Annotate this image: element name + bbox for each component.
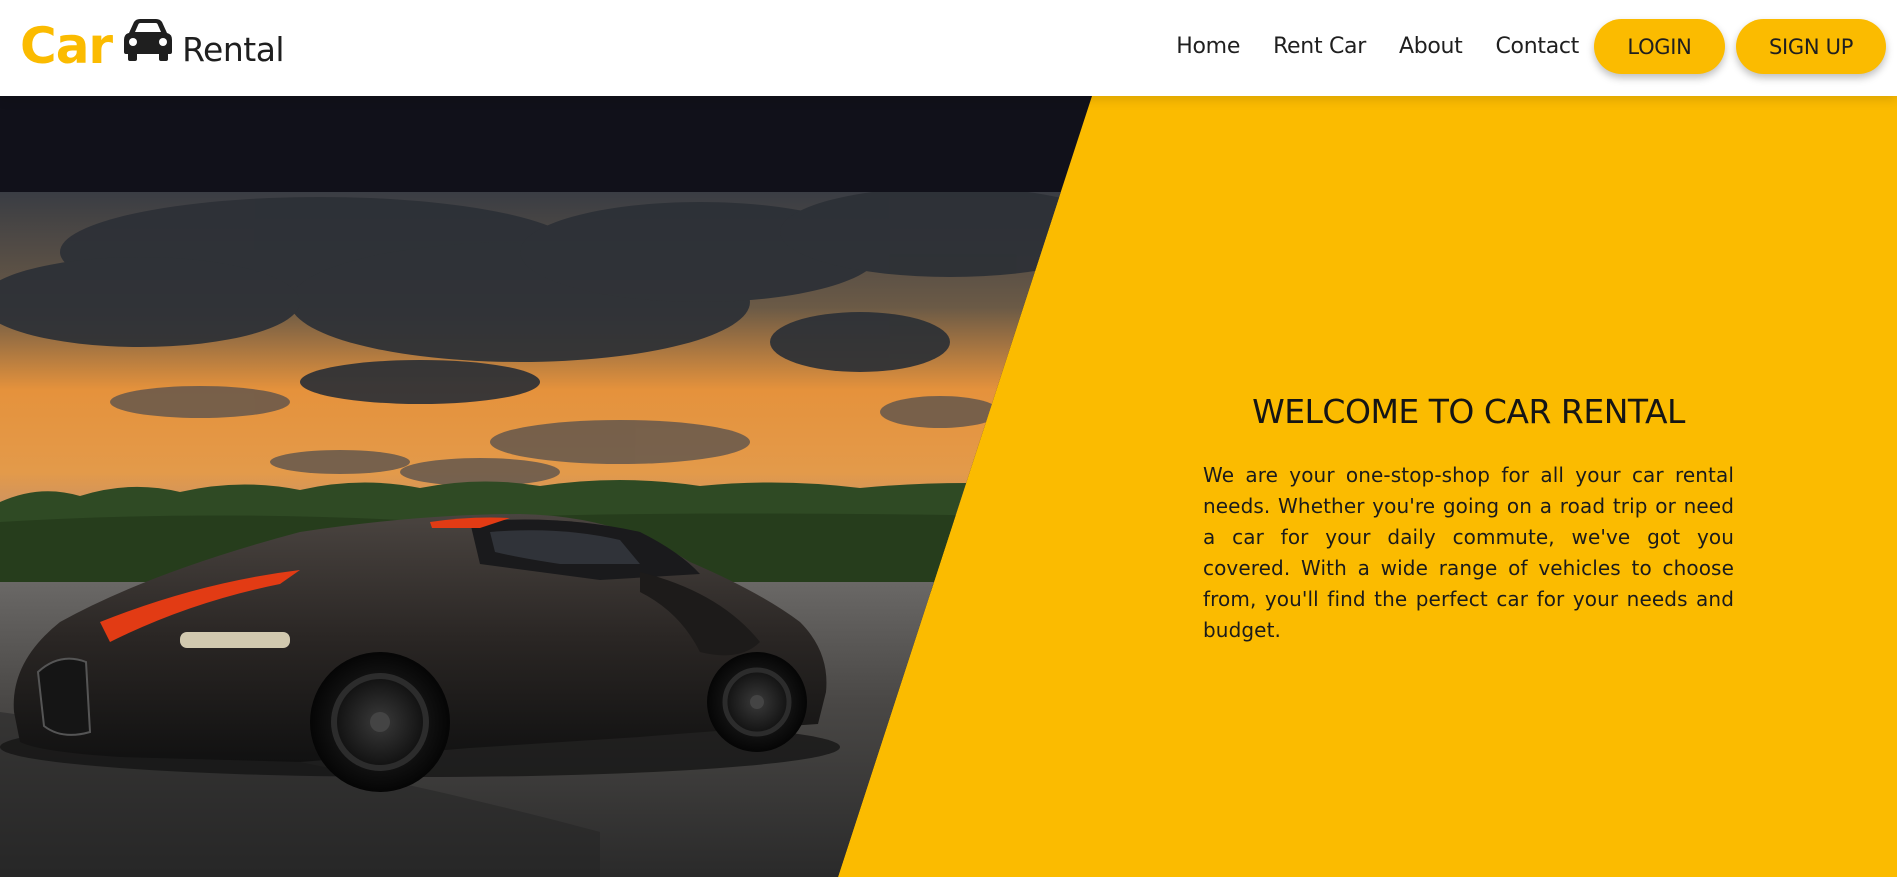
nav-link-rent-car[interactable]: Rent Car xyxy=(1273,28,1366,66)
hero-title: WELCOME TO CAR RENTAL xyxy=(1252,392,1685,431)
hero-text-block: WELCOME TO CAR RENTAL We are your one-st… xyxy=(1203,390,1734,646)
nav-link-contact[interactable]: Contact xyxy=(1496,28,1580,66)
car-icon xyxy=(124,19,173,61)
nav-link-home[interactable]: Home xyxy=(1176,28,1240,66)
navbar: Car Rental Home Rent Car About Contact L… xyxy=(0,0,1897,96)
logo-text-car: Car xyxy=(20,17,113,75)
brand-logo[interactable]: Car Rental xyxy=(20,16,285,76)
login-button[interactable]: LOGIN xyxy=(1594,19,1725,74)
hero-description: We are your one-stop-shop for all your c… xyxy=(1203,463,1734,642)
nav-link-about[interactable]: About xyxy=(1399,28,1463,66)
logo-text-rental: Rental xyxy=(182,30,285,69)
main-nav: Home Rent Car About Contact xyxy=(1176,28,1579,66)
signup-button[interactable]: SIGN UP xyxy=(1736,19,1886,74)
